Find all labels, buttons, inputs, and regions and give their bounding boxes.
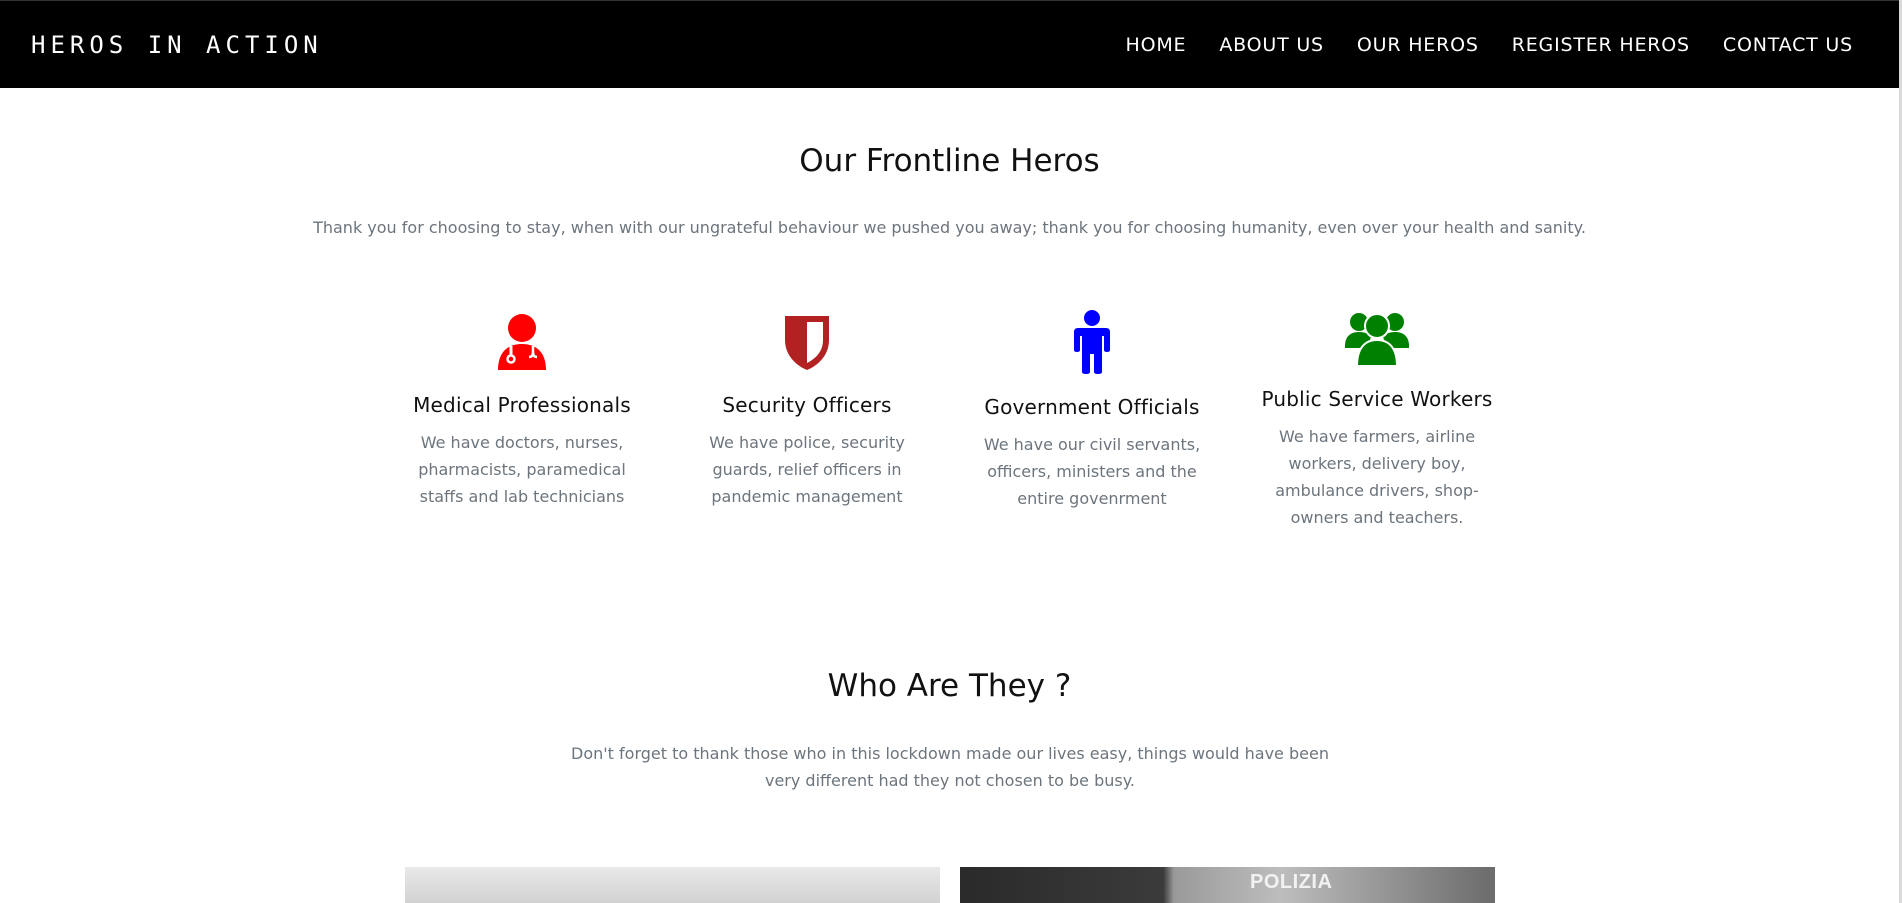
card-title: Medical Professionals: [413, 393, 631, 417]
nav-home[interactable]: HOME: [1126, 34, 1187, 56]
card-title: Public Service Workers: [1261, 387, 1493, 411]
navbar: HEROS IN ACTION HOME ABOUT US OUR HEROS …: [0, 0, 1899, 88]
nav-register-heros[interactable]: REGISTER HEROS: [1512, 34, 1690, 56]
nav-our-heros[interactable]: OUR HEROS: [1357, 34, 1479, 56]
users-icon: [1345, 313, 1409, 366]
main-nav: HOME ABOUT US OUR HEROS REGISTER HEROS C…: [1093, 34, 1854, 56]
frontline-subtitle: Thank you for choosing to stay, when wit…: [313, 218, 1586, 237]
card-text: We have police, security guards, relief …: [709, 433, 905, 506]
card-text: We have our civil servants, officers, mi…: [983, 435, 1201, 508]
doctor-icon: [498, 314, 546, 370]
photo-medical: [405, 867, 940, 903]
person-icon: [1074, 310, 1110, 374]
photo-police: POLIZIA: [960, 867, 1495, 903]
who-subtitle: Don't forget to thank those who in this …: [571, 744, 1329, 790]
who-title: Who Are They ?: [827, 668, 1072, 704]
card-title: Security Officers: [722, 393, 892, 417]
card-title: Government Officials: [984, 395, 1200, 419]
nav-about-us[interactable]: ABOUT US: [1219, 34, 1324, 56]
card-medical-professionals: Medical Professionals We have doctors, n…: [392, 312, 652, 510]
card-government-officials: Government Officials We have our civil s…: [962, 310, 1222, 512]
card-text: We have farmers, airline workers, delive…: [1275, 427, 1479, 527]
shield-icon: [785, 316, 829, 370]
polizia-sign: POLIZIA: [1250, 871, 1333, 893]
brand-logo[interactable]: HEROS IN ACTION: [31, 31, 323, 59]
card-public-service-workers: Public Service Workers We have farmers, …: [1247, 308, 1507, 531]
card-security-officers: Security Officers We have police, securi…: [677, 312, 937, 510]
nav-contact-us[interactable]: CONTACT US: [1723, 34, 1853, 56]
card-text: We have doctors, nurses, pharmacists, pa…: [418, 433, 626, 506]
frontline-title: Our Frontline Heros: [799, 143, 1100, 179]
